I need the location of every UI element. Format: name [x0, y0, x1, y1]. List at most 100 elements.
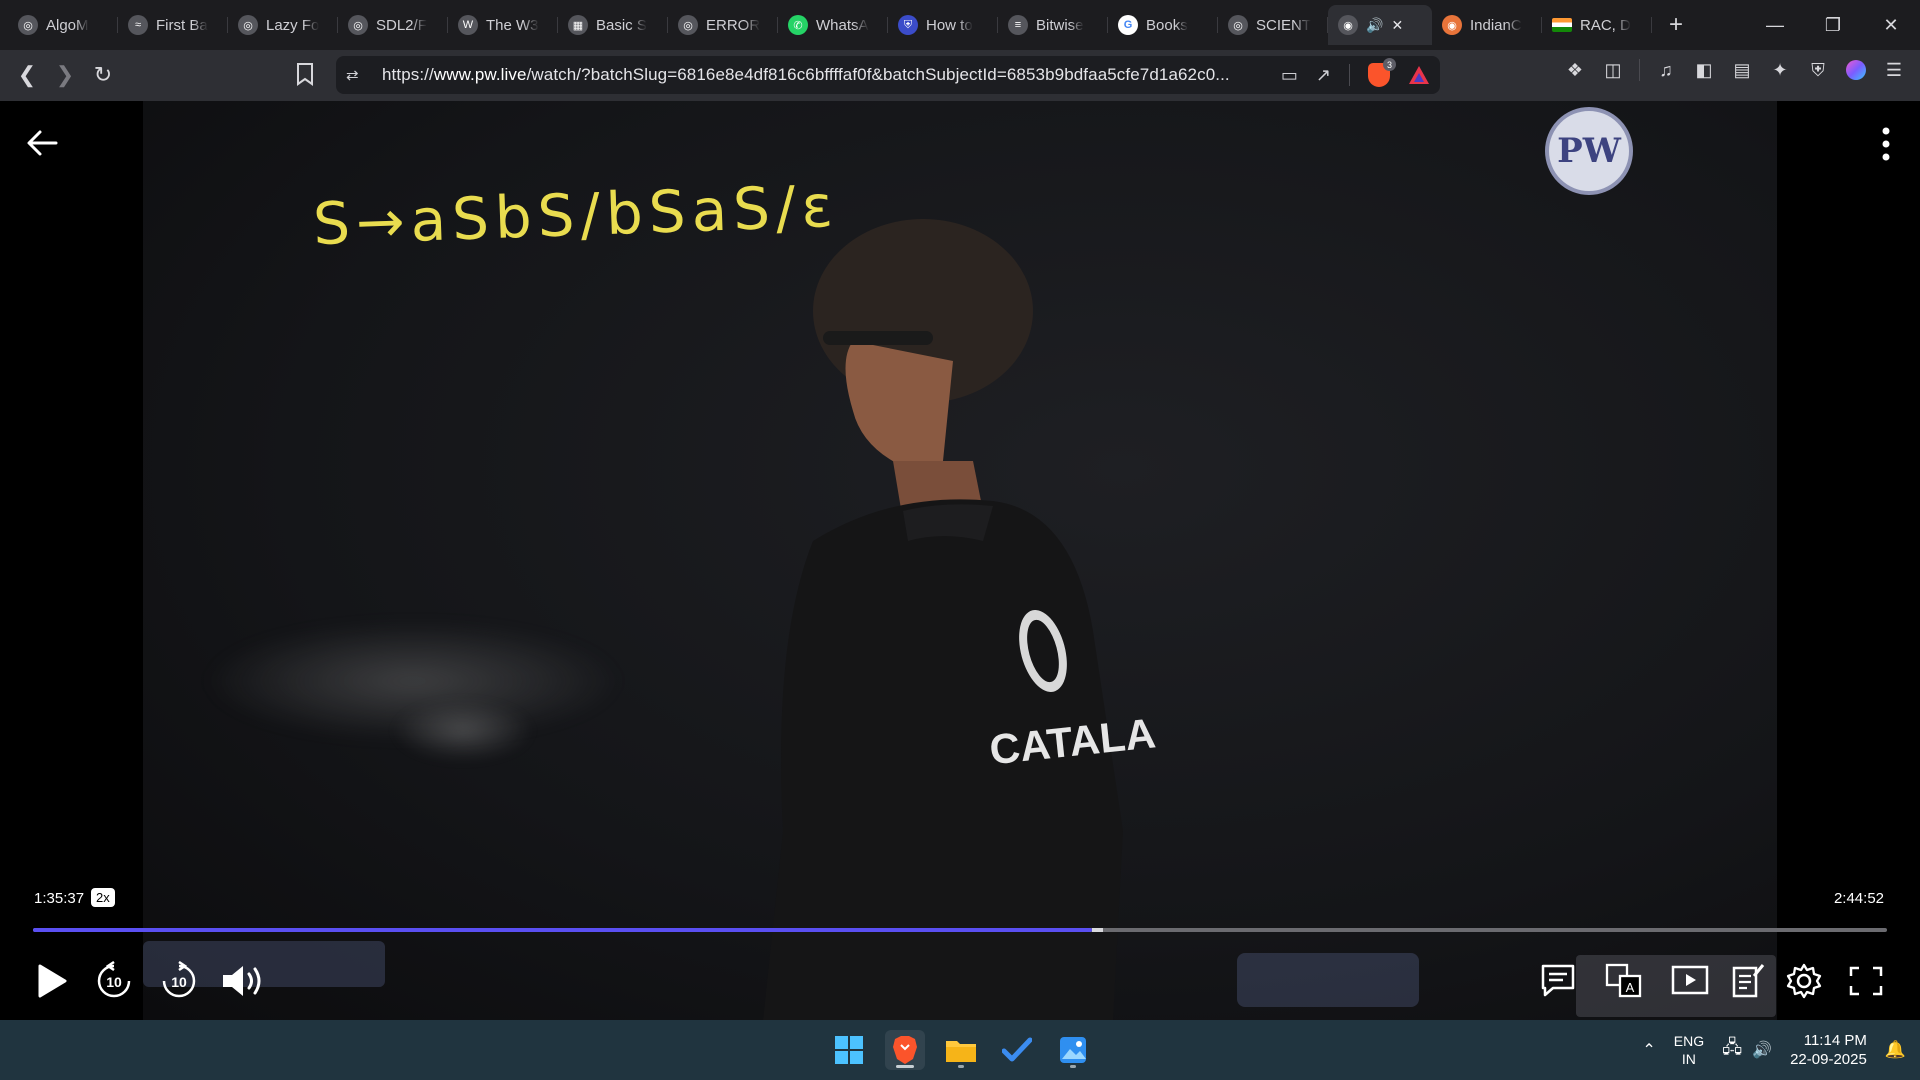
rewind-icon: 10 [97, 961, 131, 998]
back-button[interactable]: ❮ [8, 56, 46, 94]
start-button[interactable] [829, 1030, 869, 1070]
taskbar-todo[interactable] [997, 1030, 1037, 1070]
check-icon [1002, 1037, 1032, 1062]
browser-tab[interactable]: ≡ Bitwise [998, 5, 1108, 45]
clock[interactable]: 11:14 PM 22-09-2025 [1790, 1031, 1867, 1069]
browser-tab[interactable]: ✆ WhatsA [778, 5, 888, 45]
restore-button[interactable]: ❐ [1804, 0, 1862, 50]
url-text[interactable]: https://www.pw.live/watch/?batchSlug=681… [382, 65, 1230, 85]
browser-tab[interactable]: ◎ Lazy Fo [228, 5, 338, 45]
reload-button[interactable]: ↻ [84, 56, 122, 94]
tab-title: AlgoM [46, 16, 89, 34]
explorer-running-indicator [958, 1065, 964, 1068]
system-tray: ⌃ ENG IN 🖧 🔊 11:14 PM 22-09-2025 🔔 [1642, 1020, 1906, 1080]
lightning-icon: ≈ [128, 15, 148, 35]
edit-notes-icon [1732, 964, 1765, 998]
tab-title: Bitwise [1036, 16, 1084, 34]
taskbar-file-explorer[interactable] [941, 1030, 981, 1070]
browser-tab[interactable]: ≈ First Ba [118, 5, 228, 45]
windows-taskbar: ⌃ ENG IN 🖧 🔊 11:14 PM 22-09-2025 🔔 [0, 1020, 1920, 1080]
video-frame[interactable]: S→aSbS/bSaS/ε CATALA PW [143, 101, 1777, 1020]
profile-avatar-icon[interactable] [1844, 58, 1868, 82]
rewind-10-button[interactable]: 10 [92, 959, 136, 1003]
total-time: 2:44:52 [1833, 890, 1884, 907]
browser-tab[interactable]: ◉ 🔊 ✕ [1328, 5, 1432, 45]
omnibox-divider [1349, 64, 1350, 86]
svg-text:A: A [1626, 980, 1635, 995]
speaker-icon[interactable]: 🔊 [1752, 1040, 1772, 1060]
wallet-icon[interactable]: ▤ [1730, 58, 1754, 82]
instructor-figure: CATALA [763, 219, 1158, 1020]
speed-badge[interactable]: 2x [91, 888, 115, 907]
more-options-icon[interactable] [1882, 127, 1890, 161]
forward-button[interactable]: ❯ [46, 56, 84, 94]
taskbar-photos[interactable] [1053, 1030, 1093, 1070]
network-icon[interactable]: 🖧 [1722, 1035, 1742, 1065]
browser-tab[interactable]: ◎ SDL2/F [338, 5, 448, 45]
forward-icon: 10 [162, 961, 196, 998]
extensions-icon[interactable]: ❖ [1563, 58, 1587, 82]
tray-overflow-icon[interactable]: ⌃ [1642, 1040, 1655, 1060]
photos-running-indicator [1070, 1065, 1076, 1068]
bookmark-icon[interactable] [296, 62, 314, 86]
tab-title: ERROR [706, 16, 761, 34]
buffered-bar [1091, 928, 1103, 932]
tab-title: First Ba [156, 16, 208, 34]
play-button[interactable] [30, 959, 74, 1003]
back-arrow-icon[interactable] [24, 125, 60, 161]
browser-tab[interactable]: ▦ Basic S [558, 5, 668, 45]
folder-icon [946, 1041, 976, 1062]
cast-icon[interactable]: ▭ [1281, 65, 1298, 86]
whatsapp-icon: ✆ [788, 15, 808, 35]
media-icon[interactable]: ♫ [1654, 58, 1678, 82]
tab-close-icon[interactable]: ✕ [1391, 17, 1403, 34]
browser-tab[interactable]: ◎ ERROR [668, 5, 778, 45]
tab-title: How to [926, 16, 973, 34]
minimize-button[interactable]: — [1746, 0, 1804, 50]
share-icon[interactable]: ↗ [1316, 65, 1331, 86]
tab-audio-icon[interactable]: 🔊 [1366, 17, 1383, 34]
globe-icon: ◎ [348, 15, 368, 35]
tab-strip: ◎ AlgoM ≈ First Ba ◎ Lazy Fo ◎ SDL2/F W The W3 ▦ Ba… [0, 0, 1920, 50]
browser-tab[interactable]: W The W3 [448, 5, 558, 45]
gear-icon [1786, 963, 1822, 999]
close-window-button[interactable]: ✕ [1862, 0, 1920, 50]
new-tab-button[interactable]: + [1658, 7, 1694, 43]
settings-button[interactable] [1782, 959, 1826, 1003]
brave-rewards-icon[interactable] [1408, 65, 1430, 85]
wordpress-icon: W [458, 15, 478, 35]
volume-icon [223, 966, 261, 996]
brave-shields-icon[interactable]: 3 [1368, 58, 1396, 87]
volume-button[interactable] [220, 959, 264, 1003]
language-indicator[interactable]: ENG IN [1674, 1032, 1704, 1068]
toolbar-divider [1639, 59, 1640, 81]
notes-panel-button[interactable] [1668, 959, 1712, 1003]
leo-ai-icon[interactable]: ✦ [1768, 58, 1792, 82]
board-smudge-2 [393, 701, 533, 761]
site-info-icon[interactable]: ⇄ [346, 66, 359, 84]
translate-button[interactable]: A [1602, 959, 1646, 1003]
lang-top: ENG [1673, 1033, 1705, 1049]
browser-tab[interactable]: RAC, D [1542, 5, 1652, 45]
page-search-icon[interactable]: ◫ [1601, 58, 1625, 82]
notification-bell-icon[interactable]: 🔔 [1885, 1040, 1906, 1060]
taskbar-brave[interactable] [885, 1030, 925, 1070]
menu-icon[interactable]: ☰ [1882, 58, 1906, 82]
browser-tab[interactable]: G Books [1108, 5, 1218, 45]
browser-tab[interactable]: ◉ IndianC [1432, 5, 1542, 45]
seek-bar[interactable] [33, 928, 1887, 932]
video-player[interactable]: S→aSbS/bSaS/ε CATALA PW 1:35:37 2x 2:44:… [0, 101, 1920, 1020]
browser-tab[interactable]: ◎ AlgoM [8, 5, 118, 45]
browser-tab[interactable]: ⛨ How to [888, 5, 998, 45]
vpn-icon[interactable]: ⛨ [1806, 58, 1830, 82]
chat-button[interactable] [1536, 959, 1580, 1003]
chat-icon [1541, 964, 1575, 997]
browser-tab[interactable]: ◎ SCIENT [1218, 5, 1328, 45]
lang-bottom: IN [1681, 1051, 1696, 1067]
notes-button[interactable] [1726, 959, 1770, 1003]
sidebar-icon[interactable]: ◧ [1692, 58, 1716, 82]
forward-10-button[interactable]: 10 [157, 959, 201, 1003]
address-bar[interactable]: ⇄ https://www.pw.live/watch/?batchSlug=6… [336, 56, 1440, 94]
fullscreen-button[interactable] [1844, 959, 1888, 1003]
shield-icon: ⛨ [898, 15, 918, 35]
